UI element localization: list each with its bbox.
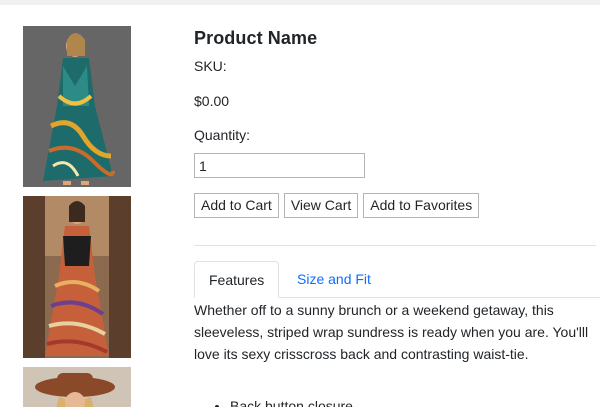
top-bar: [0, 0, 600, 5]
add-to-favorites-button[interactable]: Add to Favorites: [363, 193, 480, 218]
quantity-label: Quantity:: [194, 127, 251, 143]
features-description: Whether off to a sunny brunch or a weeke…: [194, 302, 589, 362]
thumbnail-2[interactable]: [23, 196, 131, 358]
product-name: Product Name: [194, 28, 318, 48]
price: $0.00: [194, 93, 230, 109]
thumbnail-2-image: [23, 196, 131, 358]
quantity-input[interactable]: [194, 153, 365, 178]
action-buttons: Add to Cart View Cart Add to Favorites: [194, 193, 480, 218]
info-tabs: Features Size and Fit: [194, 261, 600, 298]
features-list: Back button closure: [214, 398, 353, 407]
tab-features[interactable]: Features: [194, 261, 280, 298]
divider: [194, 245, 596, 246]
thumbnail-3-image: [23, 367, 131, 407]
add-to-cart-button[interactable]: Add to Cart: [194, 193, 279, 218]
sku-label: SKU:: [194, 58, 227, 74]
view-cart-button[interactable]: View Cart: [283, 193, 359, 218]
thumbnail-1-image: [23, 26, 131, 187]
thumbnail-1[interactable]: [23, 26, 131, 187]
tab-size-and-fit[interactable]: Size and Fit: [283, 261, 385, 298]
thumbnail-3[interactable]: [23, 367, 131, 407]
list-item: Back button closure: [230, 398, 353, 407]
